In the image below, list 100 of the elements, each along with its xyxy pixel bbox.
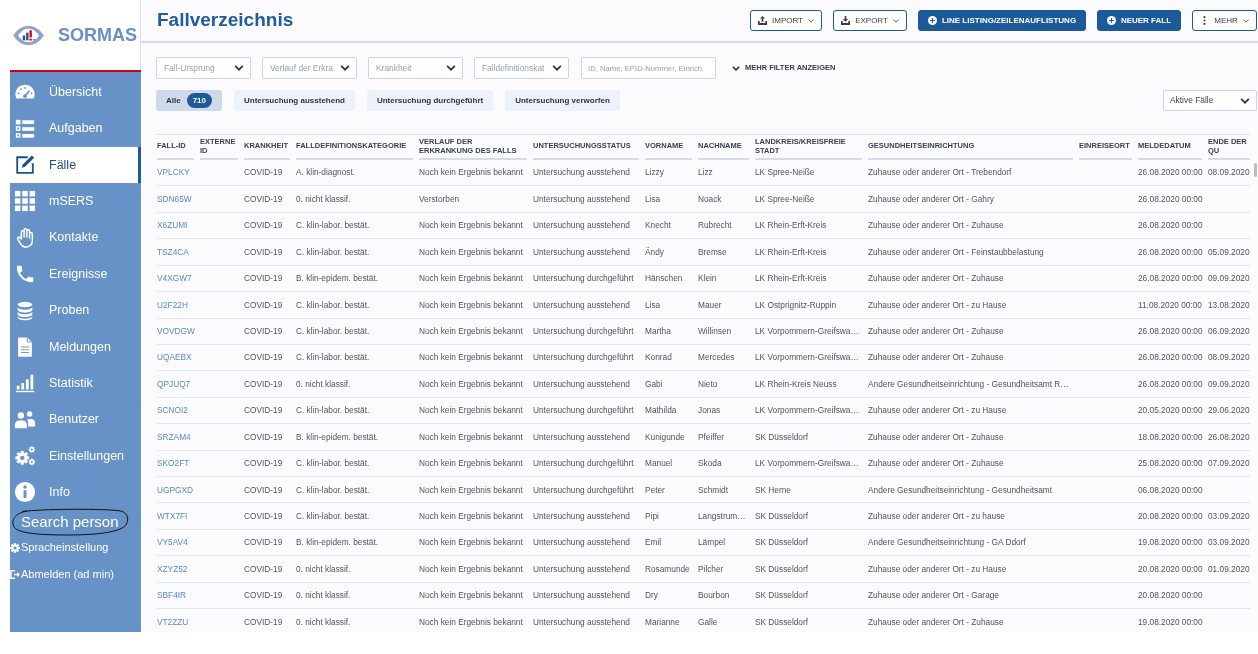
dropdown-field[interactable]: Krankheit	[368, 57, 463, 79]
case-id-link[interactable]: XZYZ52	[157, 562, 188, 576]
toolbar-button[interactable]: EXPORT	[833, 10, 907, 31]
table-cell: Bourbon	[698, 589, 730, 602]
toolbar-button[interactable]: IMPORT	[750, 10, 822, 31]
users-icon	[14, 408, 36, 431]
case-id-link[interactable]: U2F22H	[157, 298, 188, 312]
case-id-link[interactable]: V4XGW7	[157, 272, 192, 285]
app-name: SORMAS	[58, 23, 137, 47]
table-cell: B. klin-epidem. bestät.	[296, 430, 379, 444]
table-cell: Gabi	[645, 377, 663, 391]
case-id-link[interactable]: SRZAM4	[157, 430, 191, 444]
case-id-link[interactable]: SKO2FT	[157, 457, 190, 470]
table-cell: Untersuchung durchgeführt	[533, 351, 634, 364]
table-cell: LK Vorpommern-Greifswa…	[755, 325, 859, 338]
table-cell: Noch kein Ergebnis bekannt	[419, 298, 523, 312]
case-id-link[interactable]: SBF4IR	[157, 589, 187, 602]
table-cell: 0. nicht klassif.	[296, 377, 351, 391]
case-id-link[interactable]: QPJUQ7	[157, 377, 191, 391]
table-cell: 18.08.2020 00:00	[1138, 430, 1203, 444]
table-cell: 20.05.2020 00:00	[1138, 404, 1203, 417]
case-id-link[interactable]: VOVDGW	[157, 325, 195, 338]
table-cell: Noch kein Ergebnis bekannt	[419, 509, 523, 523]
table-cell: Zuhause oder anderer Ort - Zuhause	[868, 430, 1004, 444]
status-tab[interactable]: Alle 710	[156, 90, 223, 111]
table-cell: Untersuchung durchgeführt	[533, 404, 634, 417]
sidebar-item[interactable]: Kontakte	[10, 219, 141, 256]
table-cell: Lizz	[698, 166, 713, 179]
table-cell: Pilcher	[698, 562, 724, 576]
table-cell: SK Düsseldorf	[755, 562, 809, 576]
case-id-link[interactable]: VY5AV4	[157, 536, 188, 549]
status-tab[interactable]: Untersuchung durchgeführt	[366, 90, 494, 111]
table-cell: Emil	[645, 536, 662, 549]
language-link[interactable]: Spracheinstellung	[10, 536, 141, 559]
upload-icon	[758, 16, 767, 25]
case-id-link[interactable]: SDN65W	[157, 192, 192, 206]
case-id-link[interactable]: TSZ4CA	[157, 245, 189, 259]
sidebar-item[interactable]: Info	[10, 474, 141, 511]
table-cell: Noch kein Ergebnis bekannt	[419, 562, 523, 576]
dropdown-field[interactable]: Verlauf der Erkra	[262, 57, 357, 79]
table-cell: Noch kein Ergebnis bekannt	[419, 325, 523, 338]
chevron-down-icon	[234, 65, 244, 71]
dropdown-field[interactable]: Fall-Ursprung	[156, 57, 251, 79]
table-cell: COVID-19	[244, 509, 283, 523]
table-cell: Lizzy	[645, 166, 664, 179]
dropdown-field[interactable]: Falldefinitionskat	[474, 57, 569, 79]
table-cell: B. klin-epidem. bestät.	[296, 536, 379, 549]
dropdown-field[interactable]: Aktive Fälle	[1163, 90, 1257, 111]
table-cell: Willinsen	[698, 325, 732, 338]
table-cell: Schmidt	[698, 483, 728, 496]
table-cell: COVID-19	[244, 404, 283, 417]
status-tab[interactable]: Untersuchung verworfen	[505, 90, 620, 111]
sidebar-item[interactable]: Ereignisse	[10, 255, 141, 293]
sidebar-item[interactable]: Benutzer	[10, 401, 141, 438]
case-id-link[interactable]: WTX7FI	[157, 509, 188, 523]
case-id-link[interactable]: UGPGXD	[157, 483, 193, 496]
logout-link[interactable]: Abmelden (ad min)	[10, 563, 141, 586]
table-cell: C. klin-labor. bestät.	[296, 483, 370, 496]
chevron-down-icon	[892, 18, 899, 23]
table-cell: 26.08.2020 00:00	[1138, 192, 1203, 206]
table-cell: 26.08.2020 00:00	[1138, 272, 1203, 285]
status-tab[interactable]: Untersuchung ausstehend	[234, 90, 355, 111]
table-cell: COVID-19	[244, 377, 283, 391]
table-cell: Galle	[698, 615, 718, 629]
chevron-down-icon	[340, 65, 350, 71]
case-id-link[interactable]: UQAEBX	[157, 351, 192, 364]
table-cell: COVID-19	[244, 615, 283, 629]
case-id-link[interactable]: VPLCKY	[157, 166, 190, 179]
sidebar-item[interactable]: mSERS	[10, 183, 141, 220]
table-cell: Langstrum…	[698, 509, 746, 523]
chevron-down-icon	[732, 65, 740, 71]
sidebar-item[interactable]: Aufgaben	[10, 110, 141, 147]
case-id-link[interactable]: VT2ZZU	[157, 615, 189, 629]
sidebar-item[interactable]: Übersicht	[10, 74, 141, 111]
toolbar-button[interactable]: LINE LISTING/ZEILENAUFLISTUNG	[918, 10, 1086, 31]
table-cell: Zuhause oder anderer Ort - Zuhause	[868, 615, 1004, 629]
edit-icon	[14, 153, 36, 176]
search-person-link[interactable]: Search person	[21, 514, 119, 530]
toolbar-button[interactable]: MEHR	[1192, 10, 1257, 31]
sidebar-item[interactable]: Einstellungen	[10, 437, 141, 475]
toolbar-button[interactable]: NEUER FALL	[1097, 10, 1181, 31]
table-cell: Mathilda	[645, 404, 677, 417]
case-id-link[interactable]: SCNOI2	[157, 404, 188, 417]
table-cell: Noch kein Ergebnis bekannt	[419, 483, 523, 496]
plus-circle-icon	[1106, 16, 1116, 25]
sidebar-item[interactable]: Meldungen	[10, 328, 141, 366]
case-id-link[interactable]: X6ZUMI	[157, 219, 188, 232]
table-cell: C. klin-labor. bestät.	[296, 219, 370, 232]
table-cell: Dry	[645, 589, 658, 602]
table-cell: LK Ostprignitz-Ruppin	[755, 298, 837, 312]
sidebar-item[interactable]: Proben	[10, 292, 141, 329]
table-cell: 08.09.2020	[1208, 351, 1250, 364]
table-cell: 0. nicht klassif.	[296, 589, 351, 602]
table-cell: Rubrecht	[698, 219, 732, 232]
sidebar-item[interactable]: Fälle	[10, 146, 141, 184]
sidebar-item[interactable]: Statistik	[10, 365, 141, 402]
table-cell: Zuhause oder anderer Ort - Feinstaubbelastung	[868, 245, 1044, 259]
table-cell: Marianne	[645, 615, 680, 629]
scrollbar-thumb[interactable]	[1254, 163, 1257, 177]
chevron-down-icon	[1240, 97, 1250, 104]
